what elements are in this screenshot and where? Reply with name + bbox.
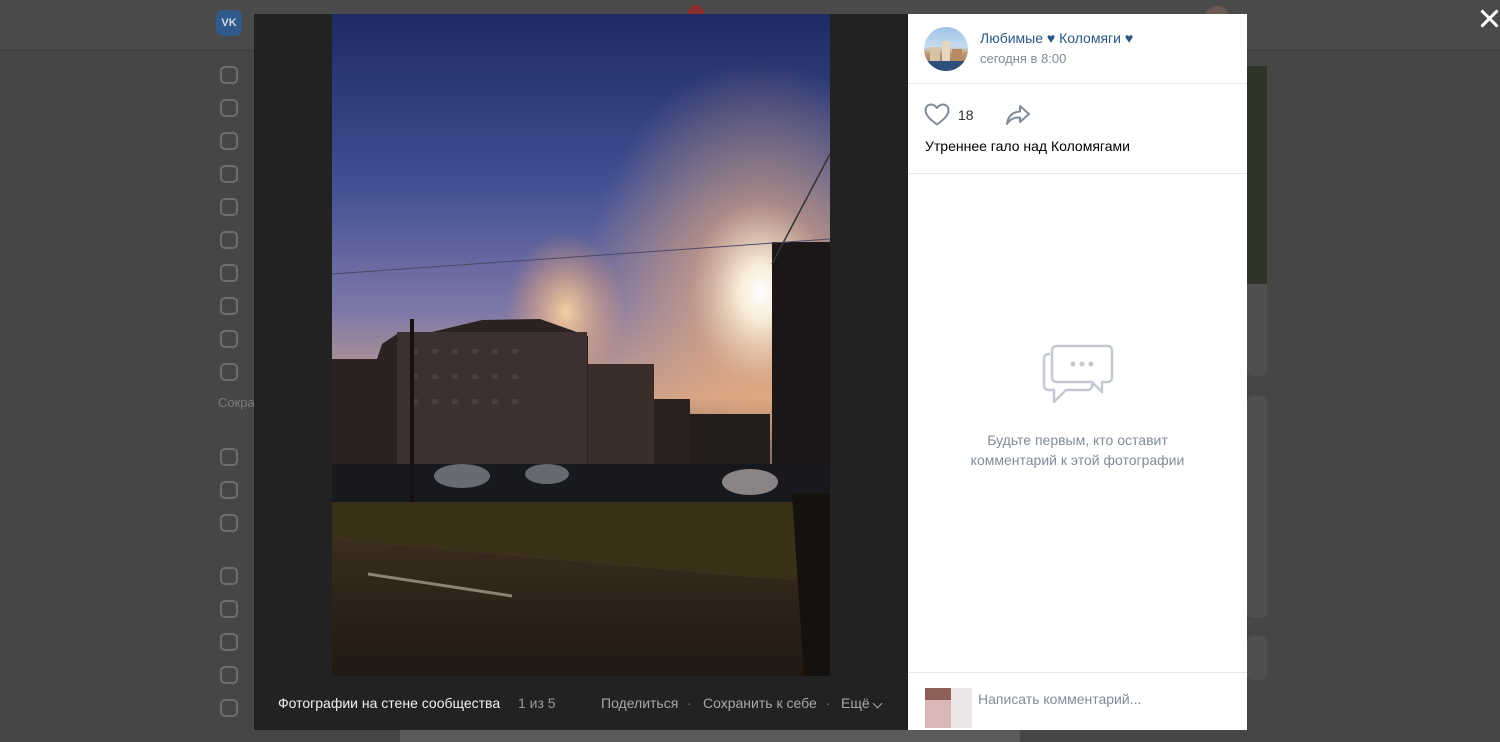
vk-logo: VK <box>216 10 242 36</box>
photo[interactable] <box>332 14 830 676</box>
apps-nav-icon <box>220 448 238 466</box>
files-nav-icon <box>220 633 238 651</box>
save-button[interactable]: Сохранить к себе <box>703 695 817 711</box>
more-button[interactable]: Ещё <box>841 695 870 711</box>
chevron-down-icon[interactable] <box>872 698 883 709</box>
comment-bar <box>908 672 1247 731</box>
news-nav-icon <box>220 99 238 117</box>
post-time[interactable]: сегодня в 8:00 <box>980 51 1066 66</box>
background-feed <box>400 730 1020 742</box>
pay-nav-icon <box>220 481 238 499</box>
share-button[interactable]: Поделиться <box>601 695 678 711</box>
group-name-link[interactable]: Любимые ♥ Коломяги ♥ <box>980 30 1133 46</box>
friends-nav-icon <box>220 165 238 183</box>
comments-bubble-icon <box>1042 342 1114 413</box>
ads-nav-icon <box>220 666 238 684</box>
work-nav-icon <box>220 514 238 532</box>
photo-counter: 1 из 5 <box>518 695 556 711</box>
video-nav-icon <box>220 297 238 315</box>
group-avatar[interactable] <box>924 27 968 71</box>
saved-nav-label: Сокра <box>218 395 255 410</box>
like-count: 18 <box>958 107 974 123</box>
market-nav-icon <box>220 567 238 585</box>
bookmarks-nav-icon <box>220 600 238 618</box>
post-actions: 18 Утреннее гало над Коломягами <box>908 84 1247 174</box>
games-nav-icon <box>220 363 238 381</box>
background-card <box>1247 396 1267 618</box>
photo-info-panel: Любимые ♥ Коломяги ♥ сегодня в 8:00 18 У… <box>908 14 1247 730</box>
group-avatar-image <box>924 41 968 71</box>
comment-input[interactable] <box>978 687 1228 711</box>
separator-dot: · <box>826 695 831 711</box>
profile-nav-icon <box>220 66 238 84</box>
heart-icon[interactable] <box>924 103 950 132</box>
photos-nav-icon <box>220 231 238 249</box>
album-link[interactable]: Фотографии на стене сообщества <box>278 695 500 711</box>
background-card <box>1247 636 1267 680</box>
separator-dot: · <box>687 695 692 711</box>
more-nav-icon <box>220 699 238 717</box>
photo-image <box>332 14 830 676</box>
communities-nav-icon <box>220 198 238 216</box>
share-arrow-icon[interactable] <box>1004 103 1032 132</box>
empty-comments-text: Будьте первым, кто оставит комментарий к… <box>970 432 1185 468</box>
clips-nav-icon <box>220 330 238 348</box>
messages-nav-icon <box>220 132 238 150</box>
photo-caption: Утреннее гало над Коломягами <box>925 138 1130 154</box>
close-icon[interactable] <box>1478 6 1500 30</box>
post-header: Любимые ♥ Коломяги ♥ сегодня в 8:00 <box>908 14 1247 84</box>
music-nav-icon <box>220 264 238 282</box>
my-avatar <box>925 688 972 728</box>
photo-footer: Фотографии на стене сообщества 1 из 5 По… <box>254 676 908 730</box>
